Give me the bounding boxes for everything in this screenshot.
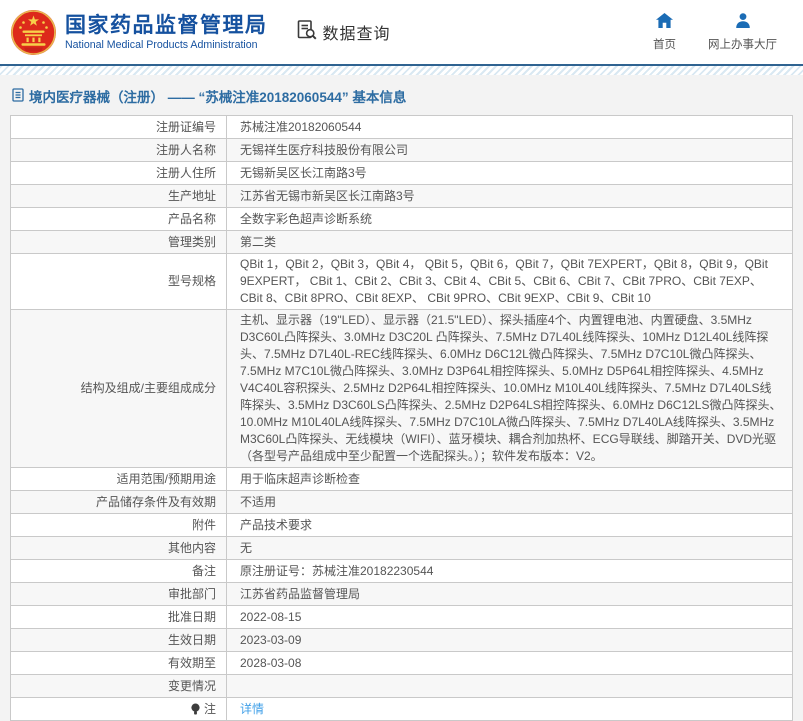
row-value: 2023-03-09 (240, 632, 302, 647)
row-value: 第二类 (240, 234, 277, 249)
document-icon (12, 87, 24, 105)
row-label: 管理类别 (11, 231, 227, 253)
note-icon (190, 703, 201, 715)
table-row: 注册人住所 无锡新吴区长江南路3号 (11, 162, 792, 185)
hatch-band (0, 66, 803, 75)
nav-home-label: 首页 (653, 38, 676, 51)
row-label: 型号规格 (11, 254, 227, 309)
table-row: 生效日期 2023-03-09 (11, 629, 792, 652)
row-label: 结构及组成/主要组成成分 (11, 310, 227, 467)
row-label: 生效日期 (11, 629, 227, 651)
table-row: 管理类别 第二类 (11, 231, 792, 254)
row-label: 注册人住所 (11, 162, 227, 184)
row-label: 产品名称 (11, 208, 227, 230)
row-label: 注册人名称 (11, 139, 227, 161)
row-value: 全数字彩色超声诊断系统 (240, 211, 373, 226)
row-value: 苏械注准20182060544 (240, 119, 362, 134)
row-label: 附件 (11, 514, 227, 536)
row-label: 适用范围/预期用途 (11, 468, 227, 490)
row-value: QBit 1，QBit 2，QBit 3，QBit 4， QBit 5，QBit… (240, 257, 768, 305)
row-label: 生产地址 (11, 185, 227, 207)
table-row: 注册证编号 苏械注准20182060544 (11, 116, 792, 139)
data-query-label: 数据查询 (322, 26, 391, 43)
nav-home[interactable]: 首页 (653, 12, 676, 52)
table-row: 变更情况 (11, 675, 792, 698)
row-label: 备注 (11, 560, 227, 582)
national-emblem-icon (10, 9, 57, 56)
row-value: 用于临床超声诊断检查 (240, 471, 361, 486)
nav-service-hall-label: 网上办事大厅 (708, 38, 777, 51)
row-label: 产品储存条件及有效期 (11, 491, 227, 513)
row-value: 原注册证号：苏械注准20182230544 (240, 563, 434, 578)
row-value: 产品技术要求 (240, 517, 313, 532)
logo-title-en: National Medical Products Administration (65, 38, 258, 51)
table-row: 注详情 (11, 698, 792, 720)
nmpa-logo[interactable]: 国家药品监督管理局 National Medical Products Admi… (10, 9, 268, 56)
row-value: 主机、显示器（19"LED）、显示器（21.5"LED）、探头插座4个、内置锂电… (240, 313, 782, 463)
row-value: 江苏省无锡市新吴区长江南路3号 (240, 188, 415, 203)
row-label: 注册证编号 (11, 116, 227, 138)
row-value: 2028-03-08 (240, 655, 302, 670)
row-label: 有效期至 (11, 652, 227, 674)
row-label: 审批部门 (11, 583, 227, 605)
table-row: 生产地址 江苏省无锡市新吴区长江南路3号 (11, 185, 792, 208)
table-row: 备注 原注册证号：苏械注准20182230544 (11, 560, 792, 583)
table-row: 适用范围/预期用途 用于临床超声诊断检查 (11, 468, 792, 491)
header-nav: 首页 网上办事大厅 (653, 12, 777, 52)
row-value: 无锡祥生医疗科技股份有限公司 (240, 142, 409, 157)
row-value: 无锡新吴区长江南路3号 (240, 165, 367, 180)
data-query-section[interactable]: 数据查询 (296, 19, 391, 46)
logo-title-cn: 国家药品监督管理局 (65, 13, 268, 37)
row-label: 注 (11, 698, 227, 720)
row-value: 2022-08-15 (240, 609, 302, 624)
row-value: 无 (240, 540, 253, 555)
person-icon (735, 12, 751, 33)
row-value: 不适用 (240, 494, 277, 509)
table-row: 型号规格 QBit 1，QBit 2，QBit 3，QBit 4， QBit 5，… (11, 254, 792, 310)
document-search-icon (296, 19, 318, 46)
table-row: 产品储存条件及有效期 不适用 (11, 491, 792, 514)
site-header: 国家药品监督管理局 National Medical Products Admi… (0, 0, 803, 64)
row-value: 详情 (227, 698, 792, 720)
row-label: 其他内容 (11, 537, 227, 559)
detail-link[interactable]: 详情 (240, 701, 264, 718)
row-value (227, 675, 792, 697)
table-row: 结构及组成/主要组成成分 主机、显示器（19"LED）、显示器（21.5"LED）… (11, 310, 792, 468)
page-title: 境内医疗器械（注册） —— “苏械注准20182060544” 基本信息 (0, 75, 803, 115)
info-table: 注册证编号 苏械注准20182060544 注册人名称 无锡祥生医疗科技股份有限公司注… (10, 115, 793, 721)
table-row: 审批部门 江苏省药品监督管理局 (11, 583, 792, 606)
row-label: 变更情况 (11, 675, 227, 697)
table-row: 有效期至 2028-03-08 (11, 652, 792, 675)
page-title-text: 境内医疗器械（注册） —— “苏械注准20182060544” 基本信息 (29, 90, 407, 105)
home-icon (656, 12, 673, 33)
table-row: 附件 产品技术要求 (11, 514, 792, 537)
row-label: 批准日期 (11, 606, 227, 628)
table-row: 其他内容无 (11, 537, 792, 560)
nav-service-hall[interactable]: 网上办事大厅 (708, 12, 777, 52)
table-row: 注册人名称 无锡祥生医疗科技股份有限公司 (11, 139, 792, 162)
table-row: 批准日期 2022-08-15 (11, 606, 792, 629)
row-value: 江苏省药品监督管理局 (240, 586, 361, 601)
table-row: 产品名称 全数字彩色超声诊断系统 (11, 208, 792, 231)
